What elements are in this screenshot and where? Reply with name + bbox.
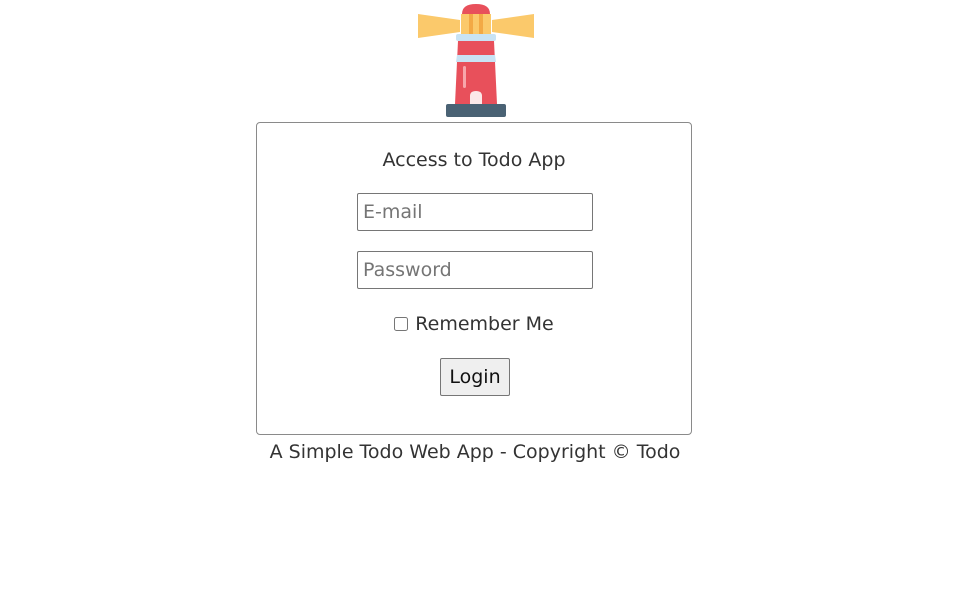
remember-me-row[interactable]: Remember Me [257, 313, 691, 335]
lighthouse-logo [416, 0, 536, 118]
footer-text: A Simple Todo Web App - Copyright © Todo [269, 441, 681, 463]
password-input[interactable] [357, 251, 593, 289]
remember-me-checkbox[interactable] [394, 317, 409, 331]
email-input[interactable] [357, 193, 593, 231]
login-title: Access to Todo App [382, 149, 566, 171]
login-button[interactable]: Login [440, 358, 510, 396]
login-panel: Access to Todo App Remember Me Login [256, 122, 692, 435]
remember-me-label: Remember Me [415, 313, 554, 335]
lighthouse-icon [418, 4, 534, 117]
